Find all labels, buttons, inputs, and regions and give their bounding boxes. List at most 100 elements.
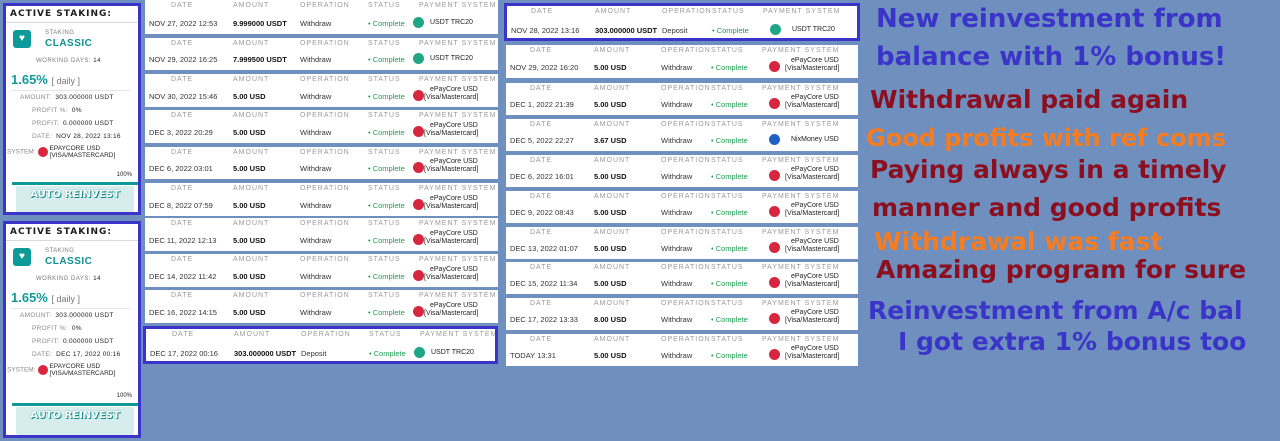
row-amount: 3.67 USD <box>594 136 627 145</box>
row-date: DEC 13, 2022 01:07 <box>510 244 578 253</box>
row-payment-line1: ePayCore USD <box>430 266 478 273</box>
col-operation-header: OPERATION <box>661 85 711 92</box>
system-value: EPAYCORE USD [VISA/MASTERCARD] <box>50 145 116 159</box>
divider <box>12 90 130 91</box>
row-payment-line2: [Visa/Mastercard] <box>424 203 479 210</box>
progress-percent: 100% <box>116 393 132 399</box>
row-payment-line2: [Visa/Mastercard] <box>785 210 840 217</box>
col-amount-header: AMOUNT <box>595 8 632 15</box>
row-payment: USDT TRC20 <box>430 55 473 62</box>
row-payment-line2: [Visa/Mastercard] <box>785 281 840 288</box>
annotation-good-profits: Good profits with ref coms <box>866 124 1226 152</box>
row-status: • Complete <box>368 128 405 137</box>
row-payment-line1: ePayCore USD <box>430 195 478 202</box>
col-payment-header: PAYMENT SYSTEM <box>762 121 840 128</box>
row-amount: 5.00 USD <box>594 244 627 253</box>
row-date: DEC 11, 2022 12:13 <box>149 236 217 245</box>
system-line2: [VISA/MASTERCARD] <box>49 152 116 159</box>
row-amount: 303.000000 USDT <box>234 349 297 358</box>
profit-row: PROFIT: 0.000000 USDT <box>32 120 114 127</box>
col-amount-header: AMOUNT <box>594 157 631 164</box>
system-label: SYSTEM: <box>7 366 36 374</box>
row-amount: 5.00 USD <box>233 92 266 101</box>
row-operation: Withdraw <box>661 208 693 217</box>
transaction-row: DATE AMOUNT OPERATION STATUS PAYMENT SYSTEM D… <box>506 191 858 223</box>
transaction-row: DATE AMOUNT OPERATION STATUS PAYMENT SYSTEM D… <box>145 147 498 179</box>
transaction-row: DATE AMOUNT OPERATION STATUS PAYMENT SYSTEM D… <box>506 227 858 259</box>
row-status: • Complete <box>368 272 405 281</box>
row-payment: USDT TRC20 <box>792 26 835 33</box>
daily-rate: 1.65% [ daily ] <box>11 290 80 305</box>
row-date: DEC 5, 2022 22:27 <box>510 136 574 145</box>
row-status: • Complete <box>711 208 748 217</box>
amount-value: 303.000000 USDT <box>55 94 114 101</box>
auto-reinvest-button[interactable]: AUTO REINVEST <box>16 407 134 435</box>
date-value: NOV 28, 2022 13:16 <box>56 133 121 140</box>
row-payment-line2: [Visa/Mastercard] <box>785 102 840 109</box>
row-payment-line2: [Visa/Mastercard] <box>785 65 840 72</box>
annotation-new-reinvest-1: New reinvestment from <box>876 4 1223 34</box>
row-amount: 5.00 USD <box>594 63 627 72</box>
row-status: • Complete <box>368 164 405 173</box>
row-amount: 8.00 USD <box>594 315 627 324</box>
row-payment-line1: ePayCore USD <box>430 230 478 237</box>
row-operation: Withdraw <box>300 55 332 64</box>
col-date-header: DATE <box>171 185 194 192</box>
auto-reinvest-button[interactable]: AUTO REINVEST <box>16 186 134 212</box>
transaction-row: DATE AMOUNT OPERATION STATUS PAYMENT SYSTEM D… <box>506 119 858 151</box>
row-date: DEC 6, 2022 16:01 <box>510 172 574 181</box>
row-status: • Complete <box>368 236 405 245</box>
amount-value: 303.000000 USDT <box>55 312 114 319</box>
plan-small-label: STAKING <box>45 248 75 254</box>
plan-small-label: STAKING <box>45 30 75 36</box>
row-payment-line2: [Visa/Mastercard] <box>424 238 479 245</box>
amount-row: AMOUNT: 303.000000 USDT <box>20 94 114 101</box>
col-payment-header: PAYMENT SYSTEM <box>419 220 497 227</box>
row-amount: 5.00 USD <box>233 272 266 281</box>
col-date-header: DATE <box>171 220 194 227</box>
row-payment-line1: ePayCore USD <box>430 86 478 93</box>
staking-card: ACTIVE STAKING: ♥ STAKING CLASSIC WORKIN… <box>3 221 141 438</box>
row-operation: Withdraw <box>300 92 332 101</box>
row-operation: Withdraw <box>300 308 332 317</box>
col-date-header: DATE <box>171 112 194 119</box>
profit-pct-label: PROFIT %: <box>32 325 68 332</box>
annotation-withdrawal-paid: Withdrawal paid again <box>870 85 1189 114</box>
col-operation-header: OPERATION <box>661 193 711 200</box>
row-payment: NixMoney USD <box>791 136 839 143</box>
col-operation-header: OPERATION <box>300 256 350 263</box>
col-date-header: DATE <box>171 2 194 9</box>
row-operation: Withdraw <box>661 100 693 109</box>
col-payment-header: PAYMENT SYSTEM <box>419 76 497 83</box>
row-amount: 5.00 USD <box>233 308 266 317</box>
col-operation-header: OPERATION <box>661 47 711 54</box>
row-payment: USDT TRC20 <box>431 349 474 356</box>
epaycore-icon <box>769 98 780 109</box>
row-operation: Withdraw <box>661 244 693 253</box>
epaycore-icon <box>413 90 424 101</box>
row-operation: Withdraw <box>661 351 693 360</box>
col-amount-header: AMOUNT <box>594 193 631 200</box>
col-date-header: DATE <box>530 300 553 307</box>
row-status: • Complete <box>712 26 749 35</box>
row-payment-line2: [Visa/Mastercard] <box>424 274 479 281</box>
col-amount-header: AMOUNT <box>594 121 631 128</box>
row-payment-line1: ePayCore USD <box>791 309 839 316</box>
plan-name: CLASSIC <box>45 256 93 267</box>
plan-heart-icon: ♥ <box>13 248 31 266</box>
col-payment-header: PAYMENT SYSTEM <box>419 40 497 47</box>
row-date: DEC 14, 2022 11:42 <box>149 272 217 281</box>
card-title: ACTIVE STAKING: <box>6 6 138 23</box>
col-status-header: STATUS <box>711 85 744 92</box>
col-date-header: DATE <box>530 336 553 343</box>
row-date: DEC 17, 2022 00:16 <box>150 349 218 358</box>
row-operation: Deposit <box>662 26 688 35</box>
plan-heart-icon: ♥ <box>13 30 31 48</box>
transaction-row: DATE AMOUNT OPERATION STATUS PAYMENT SYSTEM D… <box>506 262 858 294</box>
working-days-value: 14 <box>93 58 101 64</box>
system-label: SYSTEM: <box>7 148 36 156</box>
date-label: DATE: <box>32 351 53 358</box>
plan-block: ♥ STAKING CLASSIC <box>13 28 133 54</box>
epaycore-icon <box>413 306 424 317</box>
date-row: DATE: NOV 28, 2022 13:16 <box>32 133 121 140</box>
